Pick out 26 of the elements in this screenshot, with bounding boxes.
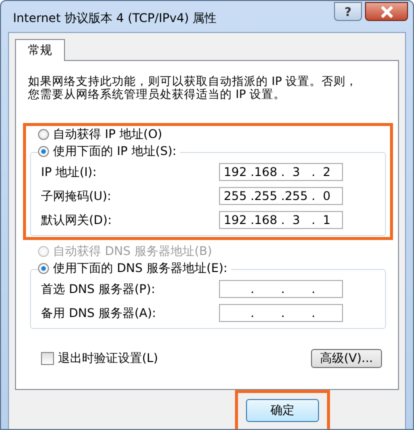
close-icon: [380, 6, 394, 18]
tab[interactable]: 常规: [15, 39, 65, 61]
field-label: 备用 DNS 服务器(A):: [41, 304, 156, 322]
radio-button[interactable]: [38, 129, 49, 140]
field-label: IP 地址(I):: [41, 164, 97, 180]
ok-button[interactable]: 确定: [246, 399, 319, 422]
radio-label[interactable]: 使用下面的 IP 地址(S):: [53, 143, 176, 160]
ip-address-field[interactable]: . . .: [219, 304, 343, 322]
field-label: 默认网关(D):: [41, 212, 112, 228]
ip-address-field[interactable]: . . .: [219, 280, 343, 298]
window-title: Internet 协议版本 4 (TCP/IPv4) 属性: [13, 10, 217, 27]
checkbox-label[interactable]: 退出时验证设置(L): [58, 350, 158, 367]
help-button[interactable]: ?: [334, 2, 362, 21]
ip-address-field[interactable]: 192 .168 . 3 . 2: [219, 163, 343, 181]
radio-button[interactable]: [38, 263, 49, 274]
advanced-button[interactable]: 高级(V)...: [310, 349, 382, 368]
radio-button[interactable]: [38, 146, 49, 157]
field-label: 子网掩码(U):: [41, 188, 112, 204]
close-button[interactable]: [365, 2, 408, 21]
description-text: 如果网络支持此功能，则可以获取自动指派的 IP 设置。否则，: [28, 75, 358, 88]
ip-address-field[interactable]: 255 .255 .255 . 0: [219, 187, 343, 205]
description-text: 您需要从网络系统管理员处获得适当的 IP 设置。: [28, 88, 286, 101]
radio-label[interactable]: 自动获得 IP 地址(O): [53, 126, 162, 143]
field-label: 首选 DNS 服务器(P):: [41, 280, 156, 298]
ip-address-field[interactable]: 192 .168 . 3 . 1: [219, 211, 343, 229]
checkbox[interactable]: [41, 352, 54, 365]
